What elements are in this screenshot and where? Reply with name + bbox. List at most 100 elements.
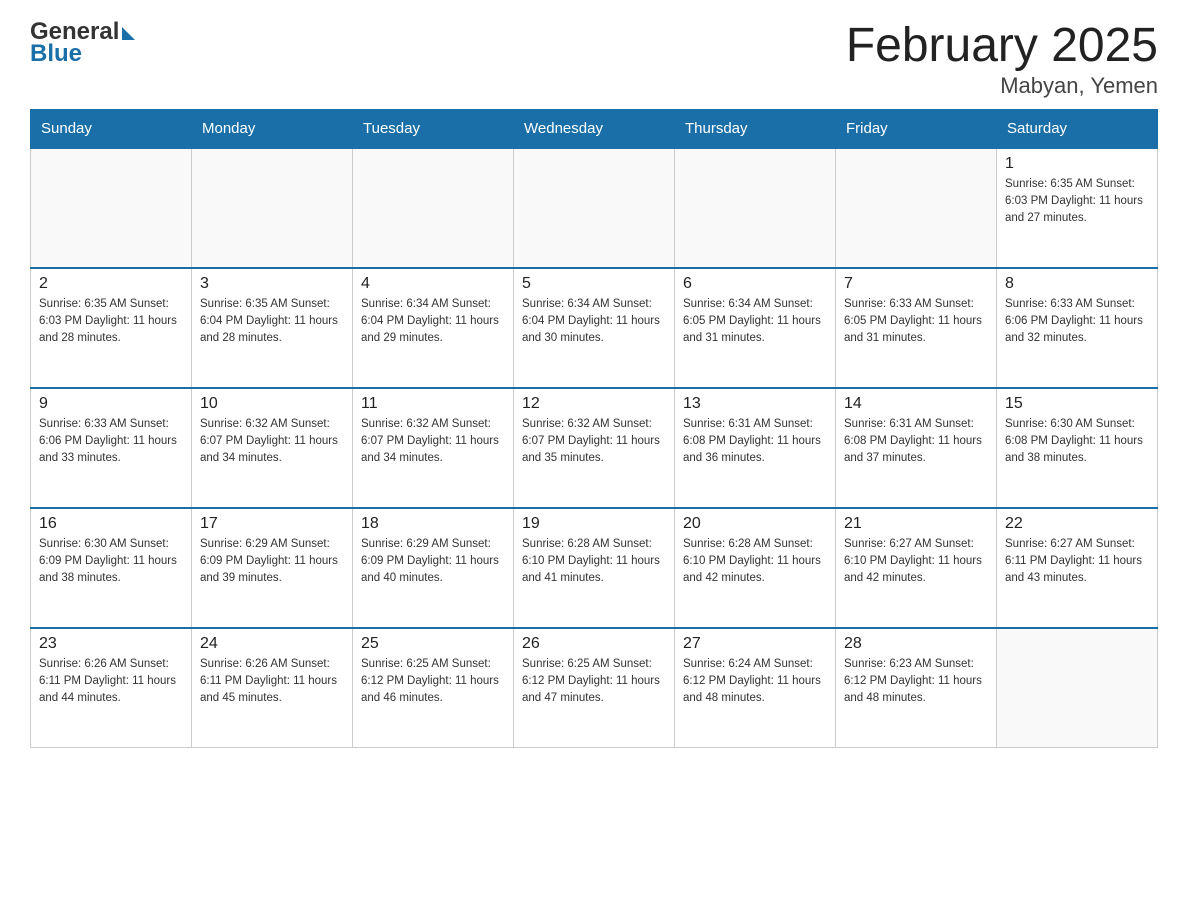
- calendar-cell: 14 Sunrise: 6:31 AM Sunset: 6:08 PM Dayli…: [836, 388, 997, 508]
- day-number: 7: [844, 275, 988, 293]
- calendar-cell: 12 Sunrise: 6:32 AM Sunset: 6:07 PM Dayli…: [514, 388, 675, 508]
- calendar-cell: 27 Sunrise: 6:24 AM Sunset: 6:12 PM Dayli…: [675, 628, 836, 748]
- day-info: Sunrise: 6:32 AM Sunset: 6:07 PM Dayligh…: [361, 416, 505, 468]
- calendar-week-row: 1 Sunrise: 6:35 AM Sunset: 6:03 PM Daylig…: [31, 148, 1158, 268]
- day-info: Sunrise: 6:26 AM Sunset: 6:11 PM Dayligh…: [200, 656, 344, 708]
- day-number: 21: [844, 515, 988, 533]
- calendar-cell: 3 Sunrise: 6:35 AM Sunset: 6:04 PM Daylig…: [192, 268, 353, 388]
- calendar-cell: 4 Sunrise: 6:34 AM Sunset: 6:04 PM Daylig…: [353, 268, 514, 388]
- logo: General Blue: [30, 20, 135, 66]
- calendar-cell: 13 Sunrise: 6:31 AM Sunset: 6:08 PM Dayli…: [675, 388, 836, 508]
- day-info: Sunrise: 6:28 AM Sunset: 6:10 PM Dayligh…: [683, 536, 827, 588]
- day-number: 28: [844, 635, 988, 653]
- calendar-cell: 9 Sunrise: 6:33 AM Sunset: 6:06 PM Daylig…: [31, 388, 192, 508]
- day-number: 26: [522, 635, 666, 653]
- day-info: Sunrise: 6:34 AM Sunset: 6:05 PM Dayligh…: [683, 296, 827, 348]
- day-number: 15: [1005, 395, 1149, 413]
- calendar-cell: 21Sunrise: 6:27 AM Sunset: 6:10 PM Dayli…: [836, 508, 997, 628]
- day-info: Sunrise: 6:29 AM Sunset: 6:09 PM Dayligh…: [200, 536, 344, 588]
- calendar-cell: 17 Sunrise: 6:29 AM Sunset: 6:09 PM Dayli…: [192, 508, 353, 628]
- calendar-table: SundayMondayTuesdayWednesdayThursdayFrid…: [30, 109, 1158, 749]
- day-info: Sunrise: 6:33 AM Sunset: 6:05 PM Dayligh…: [844, 296, 988, 348]
- weekday-header: Tuesday: [353, 109, 514, 148]
- day-number: 10: [200, 395, 344, 413]
- calendar-cell: 26 Sunrise: 6:25 AM Sunset: 6:12 PM Dayli…: [514, 628, 675, 748]
- day-info: Sunrise: 6:34 AM Sunset: 6:04 PM Dayligh…: [361, 296, 505, 348]
- calendar-cell: 15 Sunrise: 6:30 AM Sunset: 6:08 PM Dayli…: [997, 388, 1158, 508]
- calendar-cell: 18 Sunrise: 6:29 AM Sunset: 6:09 PM Dayli…: [353, 508, 514, 628]
- calendar-week-row: 16 Sunrise: 6:30 AM Sunset: 6:09 PM Dayli…: [31, 508, 1158, 628]
- day-number: 23: [39, 635, 183, 653]
- day-info: Sunrise: 6:33 AM Sunset: 6:06 PM Dayligh…: [39, 416, 183, 468]
- calendar-title-block: February 2025 Mabyan, Yemen: [846, 20, 1158, 99]
- day-info: Sunrise: 6:30 AM Sunset: 6:08 PM Dayligh…: [1005, 416, 1149, 468]
- weekday-header: Sunday: [31, 109, 192, 148]
- day-info: Sunrise: 6:32 AM Sunset: 6:07 PM Dayligh…: [522, 416, 666, 468]
- calendar-cell: [836, 148, 997, 268]
- weekday-header: Friday: [836, 109, 997, 148]
- day-number: 16: [39, 515, 183, 533]
- day-info: Sunrise: 6:24 AM Sunset: 6:12 PM Dayligh…: [683, 656, 827, 708]
- calendar-cell: 8 Sunrise: 6:33 AM Sunset: 6:06 PM Daylig…: [997, 268, 1158, 388]
- day-number: 11: [361, 395, 505, 413]
- day-info: Sunrise: 6:26 AM Sunset: 6:11 PM Dayligh…: [39, 656, 183, 708]
- calendar-cell: 20 Sunrise: 6:28 AM Sunset: 6:10 PM Dayli…: [675, 508, 836, 628]
- weekday-header: Wednesday: [514, 109, 675, 148]
- day-info: Sunrise: 6:31 AM Sunset: 6:08 PM Dayligh…: [683, 416, 827, 468]
- calendar-week-row: 9 Sunrise: 6:33 AM Sunset: 6:06 PM Daylig…: [31, 388, 1158, 508]
- day-number: 3: [200, 275, 344, 293]
- day-info: Sunrise: 6:31 AM Sunset: 6:08 PM Dayligh…: [844, 416, 988, 468]
- page-header: General Blue February 2025 Mabyan, Yemen: [30, 20, 1158, 99]
- day-number: 19: [522, 515, 666, 533]
- day-info: Sunrise: 6:35 AM Sunset: 6:03 PM Dayligh…: [1005, 176, 1149, 228]
- day-info: Sunrise: 6:30 AM Sunset: 6:09 PM Dayligh…: [39, 536, 183, 588]
- calendar-week-row: 23 Sunrise: 6:26 AM Sunset: 6:11 PM Dayli…: [31, 628, 1158, 748]
- calendar-cell: 10 Sunrise: 6:32 AM Sunset: 6:07 PM Dayli…: [192, 388, 353, 508]
- day-number: 27: [683, 635, 827, 653]
- calendar-cell: 5 Sunrise: 6:34 AM Sunset: 6:04 PM Daylig…: [514, 268, 675, 388]
- day-number: 12: [522, 395, 666, 413]
- day-info: Sunrise: 6:33 AM Sunset: 6:06 PM Dayligh…: [1005, 296, 1149, 348]
- calendar-title: February 2025: [846, 20, 1158, 73]
- day-info: Sunrise: 6:25 AM Sunset: 6:12 PM Dayligh…: [522, 656, 666, 708]
- calendar-cell: 25Sunrise: 6:25 AM Sunset: 6:12 PM Dayli…: [353, 628, 514, 748]
- logo-blue-text: Blue: [30, 42, 135, 66]
- weekday-header: Thursday: [675, 109, 836, 148]
- calendar-cell: 16 Sunrise: 6:30 AM Sunset: 6:09 PM Dayli…: [31, 508, 192, 628]
- calendar-week-row: 2 Sunrise: 6:35 AM Sunset: 6:03 PM Daylig…: [31, 268, 1158, 388]
- day-info: Sunrise: 6:27 AM Sunset: 6:11 PM Dayligh…: [1005, 536, 1149, 588]
- day-info: Sunrise: 6:35 AM Sunset: 6:04 PM Dayligh…: [200, 296, 344, 348]
- calendar-cell: 22Sunrise: 6:27 AM Sunset: 6:11 PM Dayli…: [997, 508, 1158, 628]
- calendar-cell: [192, 148, 353, 268]
- day-number: 18: [361, 515, 505, 533]
- day-number: 6: [683, 275, 827, 293]
- calendar-cell: [31, 148, 192, 268]
- weekday-header: Saturday: [997, 109, 1158, 148]
- calendar-cell: 6 Sunrise: 6:34 AM Sunset: 6:05 PM Daylig…: [675, 268, 836, 388]
- day-number: 13: [683, 395, 827, 413]
- calendar-cell: 24Sunrise: 6:26 AM Sunset: 6:11 PM Dayli…: [192, 628, 353, 748]
- calendar-cell: 23 Sunrise: 6:26 AM Sunset: 6:11 PM Dayli…: [31, 628, 192, 748]
- weekday-header: Monday: [192, 109, 353, 148]
- calendar-cell: [675, 148, 836, 268]
- day-number: 5: [522, 275, 666, 293]
- day-number: 8: [1005, 275, 1149, 293]
- day-info: Sunrise: 6:32 AM Sunset: 6:07 PM Dayligh…: [200, 416, 344, 468]
- day-info: Sunrise: 6:34 AM Sunset: 6:04 PM Dayligh…: [522, 296, 666, 348]
- day-info: Sunrise: 6:35 AM Sunset: 6:03 PM Dayligh…: [39, 296, 183, 348]
- day-info: Sunrise: 6:23 AM Sunset: 6:12 PM Dayligh…: [844, 656, 988, 708]
- day-number: 2: [39, 275, 183, 293]
- calendar-cell: 7 Sunrise: 6:33 AM Sunset: 6:05 PM Daylig…: [836, 268, 997, 388]
- calendar-header-row: SundayMondayTuesdayWednesdayThursdayFrid…: [31, 109, 1158, 148]
- day-number: 4: [361, 275, 505, 293]
- calendar-cell: [353, 148, 514, 268]
- day-number: 17: [200, 515, 344, 533]
- calendar-cell: 11 Sunrise: 6:32 AM Sunset: 6:07 PM Dayli…: [353, 388, 514, 508]
- logo-triangle-icon: [122, 27, 135, 40]
- day-info: Sunrise: 6:29 AM Sunset: 6:09 PM Dayligh…: [361, 536, 505, 588]
- day-number: 1: [1005, 155, 1149, 173]
- day-number: 20: [683, 515, 827, 533]
- day-number: 14: [844, 395, 988, 413]
- day-number: 9: [39, 395, 183, 413]
- day-info: Sunrise: 6:28 AM Sunset: 6:10 PM Dayligh…: [522, 536, 666, 588]
